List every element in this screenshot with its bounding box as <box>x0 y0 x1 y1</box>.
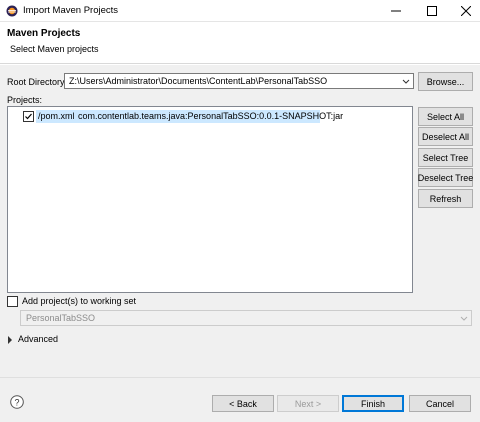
svg-text:?: ? <box>14 397 19 407</box>
maximize-button[interactable] <box>414 0 450 22</box>
browse-button[interactable]: Browse... <box>418 72 473 91</box>
close-icon <box>461 6 471 16</box>
select-all-label: Select All <box>426 111 465 122</box>
projects-label: Projects: <box>7 95 43 105</box>
select-tree-label: Select Tree <box>422 152 469 163</box>
wizard-page-subtitle: Select Maven projects <box>10 44 99 54</box>
cancel-button[interactable]: Cancel <box>409 395 471 412</box>
root-directory-combo[interactable]: Z:\Users\Administrator\Documents\Content… <box>64 73 414 89</box>
working-set-value: PersonalTabSSO <box>26 313 96 323</box>
chevron-down-icon <box>460 316 468 321</box>
wizard-header: Maven Projects Select Maven projects <box>0 22 480 64</box>
deselect-tree-label: Deselect Tree <box>417 172 474 183</box>
working-set-checkbox[interactable] <box>7 296 18 307</box>
refresh-button[interactable]: Refresh <box>418 189 473 208</box>
back-label: < Back <box>229 398 257 409</box>
deselect-all-button[interactable]: Deselect All <box>418 127 473 146</box>
select-all-button[interactable]: Select All <box>418 107 473 126</box>
checkmark-icon <box>25 113 32 120</box>
deselect-all-label: Deselect All <box>421 131 470 142</box>
deselect-tree-button[interactable]: Deselect Tree <box>418 168 473 187</box>
finish-button[interactable]: Finish <box>342 395 404 412</box>
help-button[interactable]: ? <box>10 395 24 409</box>
cancel-label: Cancel <box>425 398 454 409</box>
chevron-down-icon <box>402 79 410 84</box>
minimize-button[interactable] <box>378 0 414 22</box>
select-tree-button[interactable]: Select Tree <box>418 148 473 167</box>
window-title: Import Maven Projects <box>23 5 119 16</box>
projects-tree[interactable]: /pom.xml com.contentlab.teams.java:Perso… <box>7 106 413 293</box>
minimize-icon <box>391 10 401 12</box>
next-button: Next > <box>277 395 339 412</box>
maximize-icon <box>427 6 437 16</box>
advanced-expander[interactable]: Advanced <box>7 334 87 346</box>
refresh-label: Refresh <box>429 193 462 204</box>
tree-item[interactable]: /pom.xml com.contentlab.teams.java:Perso… <box>22 110 343 123</box>
root-directory-value: Z:\Users\Administrator\Documents\Content… <box>69 76 328 86</box>
project-row-selection: /pom.xml com.contentlab.teams.java:Perso… <box>36 110 343 123</box>
working-set-combo: PersonalTabSSO <box>20 310 472 326</box>
project-checkbox[interactable] <box>23 111 34 122</box>
project-path: /pom.xml <box>38 111 75 121</box>
wizard-page-title: Maven Projects <box>7 28 81 39</box>
close-button[interactable] <box>448 0 480 22</box>
expand-triangle-icon <box>8 336 12 344</box>
title-bar: Import Maven Projects <box>0 0 480 22</box>
help-icon: ? <box>10 395 24 409</box>
eclipse-app-icon <box>6 5 18 17</box>
advanced-label: Advanced <box>18 334 59 344</box>
project-artifact: com.contentlab.teams.java:PersonalTabSSO… <box>78 111 344 121</box>
finish-label: Finish <box>360 398 385 409</box>
next-label: Next > <box>294 398 322 409</box>
root-directory-label: Root Directory: <box>7 77 68 87</box>
working-set-label: Add project(s) to working set <box>22 296 137 306</box>
back-button[interactable]: < Back <box>212 395 274 412</box>
